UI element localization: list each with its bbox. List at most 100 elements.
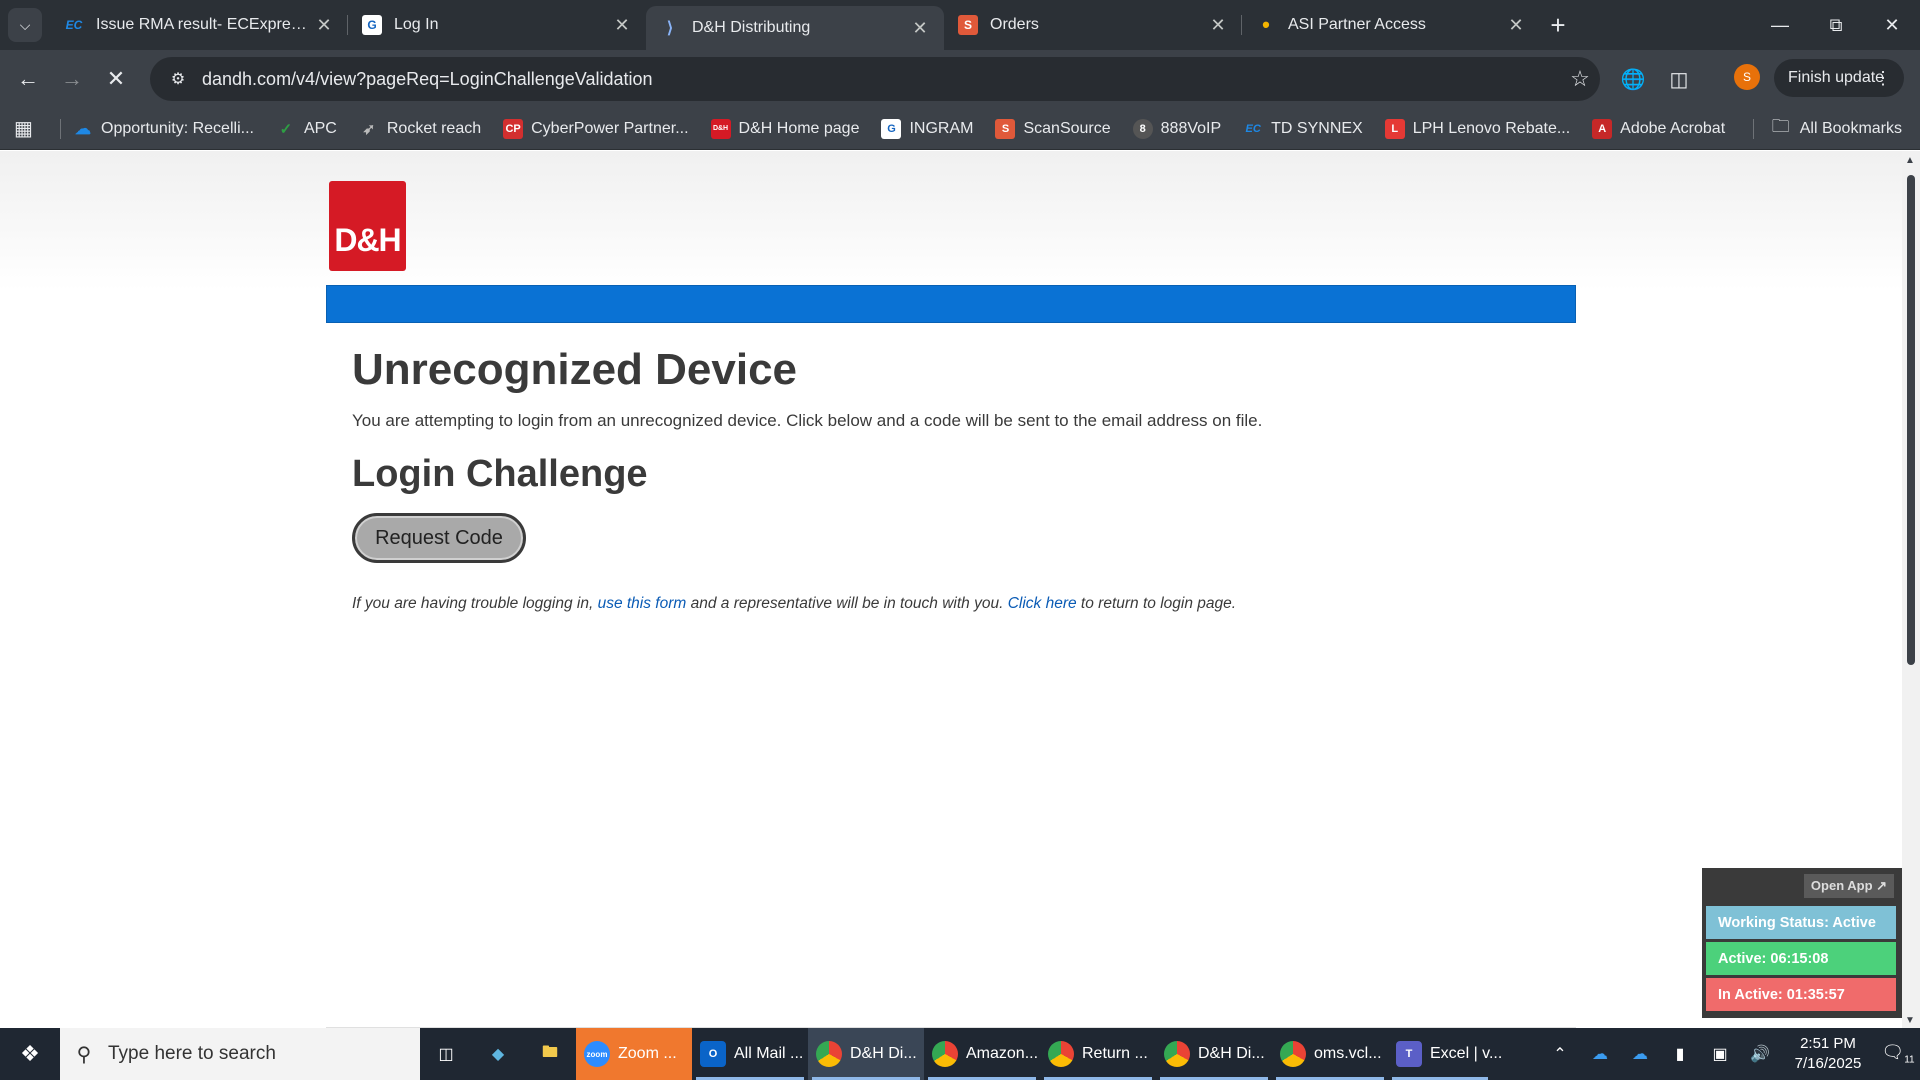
taskbar-app-label: Amazon...	[966, 1045, 1039, 1062]
bookmark-label: CyberPower Partner...	[531, 119, 689, 137]
bookmark-dh-home[interactable]: D&H D&H Home page	[710, 118, 859, 139]
request-code-button[interactable]: Request Code	[352, 513, 526, 563]
bookmark-star-icon[interactable]: ☆	[1560, 66, 1600, 92]
kebab-menu-icon[interactable]: ⋮	[1874, 68, 1892, 89]
translate-globe-icon[interactable]: 🌐	[1618, 64, 1648, 94]
address-bar[interactable]: ⚙ dandh.com/v4/view?pageReq=LoginChallen…	[150, 57, 1600, 101]
forward-arrow-icon[interactable]: →	[54, 61, 90, 97]
folder-icon: 🗀	[1771, 116, 1790, 136]
taskbar-app-chrome-dh-2[interactable]: D&H Di...	[1156, 1028, 1272, 1080]
tab-log-in[interactable]: G Log In ✕	[348, 0, 646, 50]
salesforce-cloud-icon: ☁	[75, 120, 91, 138]
taskbar-app-outlook[interactable]: O All Mail ...	[692, 1028, 808, 1080]
dh-logo[interactable]: D&H	[329, 181, 406, 271]
scroll-down-icon[interactable]: ▼	[1905, 1015, 1915, 1026]
scroll-up-icon[interactable]: ▲	[1905, 155, 1915, 166]
tab-strip: ⌵ EC Issue RMA result- ECExpress - T ✕ G…	[0, 0, 1920, 50]
working-status-badge: Working Status: Active	[1706, 906, 1896, 939]
help-text-part: and a representative will be in touch wi…	[686, 595, 1008, 612]
page-scrollbar[interactable]: ▲ ▼	[1902, 151, 1920, 1028]
close-tab-icon[interactable]: ✕	[1506, 15, 1526, 36]
bookmark-rocket-reach[interactable]: ➶ Rocket reach	[359, 119, 482, 139]
onedrive-cloud-icon[interactable]: ☁	[1580, 1044, 1620, 1064]
windows-start-icon[interactable]: ❖	[0, 1028, 60, 1080]
lenovo-icon: L	[1384, 118, 1405, 139]
tab-search-button[interactable]: ⌵	[8, 8, 42, 42]
bookmark-ingram[interactable]: G INGRAM	[881, 118, 973, 139]
chrome-icon	[816, 1041, 842, 1067]
taskbar-app-chrome-dh[interactable]: D&H Di...	[808, 1028, 924, 1080]
dh-logo-icon: D&H	[710, 118, 731, 139]
teams-icon: T	[1396, 1041, 1422, 1067]
restore-icon[interactable]: ⧉	[1808, 0, 1864, 50]
active-time-badge: Active: 06:15:08	[1706, 942, 1896, 975]
close-window-icon[interactable]: ✕	[1864, 0, 1920, 50]
taskbar-app-teams-excel[interactable]: T Excel | v...	[1388, 1028, 1502, 1080]
onedrive-cloud-icon-2[interactable]: ☁	[1620, 1044, 1660, 1064]
notification-center-icon[interactable]: 🗨11	[1876, 1042, 1920, 1066]
clock[interactable]: 2:51 PM 7/16/2025	[1780, 1034, 1876, 1074]
volume-icon[interactable]: 🔊	[1740, 1044, 1780, 1064]
chrome-icon	[932, 1041, 958, 1067]
finish-update-button[interactable]: Finish update ⋮	[1774, 59, 1904, 97]
tab-dh-distributing[interactable]: ⟩ D&H Distributing ✕	[646, 6, 944, 50]
bookmark-888voip[interactable]: 8 888VoIP	[1132, 118, 1221, 139]
stop-loading-icon[interactable]: ✕	[98, 61, 134, 97]
bookmark-scansource[interactable]: S ScanSource	[995, 118, 1111, 139]
taskbar-app-chrome-amazon[interactable]: Amazon...	[924, 1028, 1040, 1080]
taskbar-app-chrome-oms[interactable]: oms.vcl...	[1272, 1028, 1388, 1080]
taskbar-app-label: D&H Di...	[1198, 1045, 1265, 1062]
browser-toolbar: ← → ✕ ⚙ dandh.com/v4/view?pageReq=LoginC…	[0, 50, 1920, 108]
tab-title: Log In	[394, 16, 439, 33]
tab-title: Orders	[990, 16, 1039, 33]
close-tab-icon[interactable]: ✕	[314, 15, 334, 36]
bookmark-label: Rocket reach	[386, 119, 482, 137]
profile-avatar[interactable]: S	[1734, 64, 1760, 90]
file-explorer-icon[interactable]: 🖿	[524, 1028, 576, 1080]
site-info-icon[interactable]: ⚙	[158, 69, 198, 89]
url-text[interactable]: dandh.com/v4/view?pageReq=LoginChallenge…	[202, 69, 1560, 90]
adobe-acrobat-icon: A	[1592, 118, 1613, 139]
close-tab-icon[interactable]: ✕	[910, 18, 930, 39]
apps-grid-icon[interactable]: ▦	[14, 116, 54, 141]
open-app-button[interactable]: Open App ↗	[1804, 874, 1894, 898]
clock-date: 7/16/2025	[1794, 1055, 1862, 1072]
taskbar-app-zoom[interactable]: zoom Zoom ...	[576, 1028, 692, 1080]
network-icon[interactable]: ▣	[1700, 1044, 1740, 1064]
battery-icon[interactable]: ▮	[1660, 1044, 1700, 1064]
intro-text: You are attempting to login from an unre…	[352, 411, 1263, 430]
use-this-form-link[interactable]: use this form	[598, 595, 687, 612]
scrollbar-thumb[interactable]	[1907, 175, 1915, 665]
bookmark-cyberpower[interactable]: CP CyberPower Partner...	[503, 118, 689, 139]
bookmarks-bar: ▦ ☁ Opportunity: Recelli... ✓ APC ➶ Rocket …	[0, 108, 1920, 150]
bookmark-opportunity[interactable]: ☁ Opportunity: Recelli...	[73, 119, 254, 139]
chrome-icon	[1048, 1041, 1074, 1067]
task-view-icon[interactable]: ◫	[420, 1028, 472, 1080]
back-arrow-icon[interactable]: ←	[10, 61, 46, 97]
bookmark-adobe-acrobat[interactable]: A Adobe Acrobat	[1592, 118, 1725, 139]
taskbar-app-chrome-return[interactable]: Return ...	[1040, 1028, 1156, 1080]
chevron-up-icon[interactable]: ⌃	[1540, 1044, 1580, 1064]
new-tab-button[interactable]: +	[1540, 0, 1576, 50]
close-tab-icon[interactable]: ✕	[612, 15, 632, 36]
login-challenge-panel: Unrecognized Device You are attempting t…	[326, 323, 1576, 1028]
bookmark-td-synnex[interactable]: EC TD SYNNEX	[1243, 119, 1363, 139]
bookmark-apc[interactable]: ✓ APC	[276, 119, 337, 139]
tab-orders[interactable]: S Orders ✕	[944, 0, 1242, 50]
challenge-heading: Login Challenge	[352, 453, 648, 495]
bookmark-label: TD SYNNEX	[1271, 119, 1363, 137]
close-tab-icon[interactable]: ✕	[1208, 15, 1228, 36]
minimize-icon[interactable]: —	[1752, 0, 1808, 50]
all-bookmarks-button[interactable]: 🗀 All Bookmarks	[1752, 108, 1902, 150]
bookmark-lenovo-rebate[interactable]: L LPH Lenovo Rebate...	[1384, 118, 1571, 139]
tab-asi-partner-access[interactable]: • ASI Partner Access ✕	[1242, 0, 1540, 50]
tab-issue-rma[interactable]: EC Issue RMA result- ECExpress - T ✕	[50, 0, 348, 50]
click-here-link[interactable]: Click here	[1008, 595, 1077, 612]
taskbar-app-label: Zoom ...	[618, 1045, 677, 1062]
extensions-icon[interactable]: ◫	[1664, 64, 1694, 94]
bookmark-label: LPH Lenovo Rebate...	[1412, 119, 1571, 137]
taskbar-search-box[interactable]: ⚲ Type here to search	[60, 1028, 420, 1080]
time-tracker-widget: Open App ↗ Working Status: Active Active…	[1702, 868, 1902, 1018]
app-diamond-icon[interactable]: ◆	[472, 1028, 524, 1080]
bookmark-divider	[60, 118, 61, 139]
